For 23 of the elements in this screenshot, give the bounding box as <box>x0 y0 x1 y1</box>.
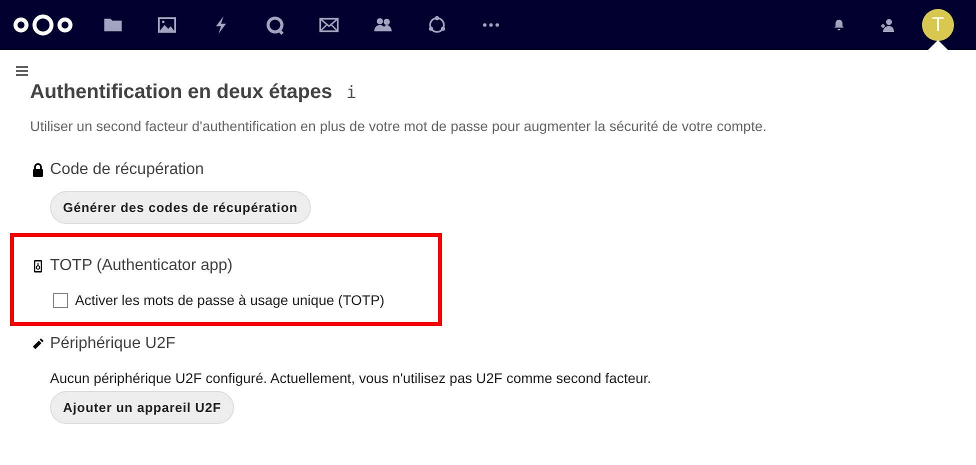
logo-icon[interactable] <box>12 13 74 37</box>
bell-icon[interactable] <box>832 18 846 32</box>
circles-icon[interactable] <box>427 15 447 35</box>
action-button[interactable]: Ajouter un appareil U2F <box>50 391 234 424</box>
image-icon[interactable] <box>157 15 177 35</box>
menu-icon[interactable] <box>16 66 28 76</box>
menu-caret-icon <box>928 40 948 50</box>
chat-icon[interactable] <box>265 15 285 35</box>
action-button[interactable]: Générer des codes de récupération <box>50 191 311 224</box>
status-text: Aucun périphérique U2F configuré. Actuellement, vous n'utilisez pas U2F comme second facteur. <box>50 370 652 386</box>
page-title: Authentification en deux étapes <box>30 81 332 104</box>
contacts-icon[interactable] <box>880 17 896 33</box>
envelope-icon[interactable] <box>319 15 339 35</box>
section-title: Périphérique U2F <box>50 335 176 353</box>
checkbox-label[interactable]: Activer les mots de passe à usage unique (TOTP) <box>75 292 384 308</box>
checkbox[interactable] <box>53 292 68 308</box>
usb-key-icon <box>32 337 44 351</box>
phone-icon <box>32 259 44 273</box>
section-title: TOTP (Authenticator app) <box>50 257 233 275</box>
info-link[interactable]: i <box>346 83 357 103</box>
description-text: Utiliser un second facteur d'authentification en plus de votre mot de passe pour augmenter la sécurité de votre compte. <box>30 118 768 134</box>
lock-icon <box>32 163 44 177</box>
section-title: Code de récupération <box>50 161 204 179</box>
